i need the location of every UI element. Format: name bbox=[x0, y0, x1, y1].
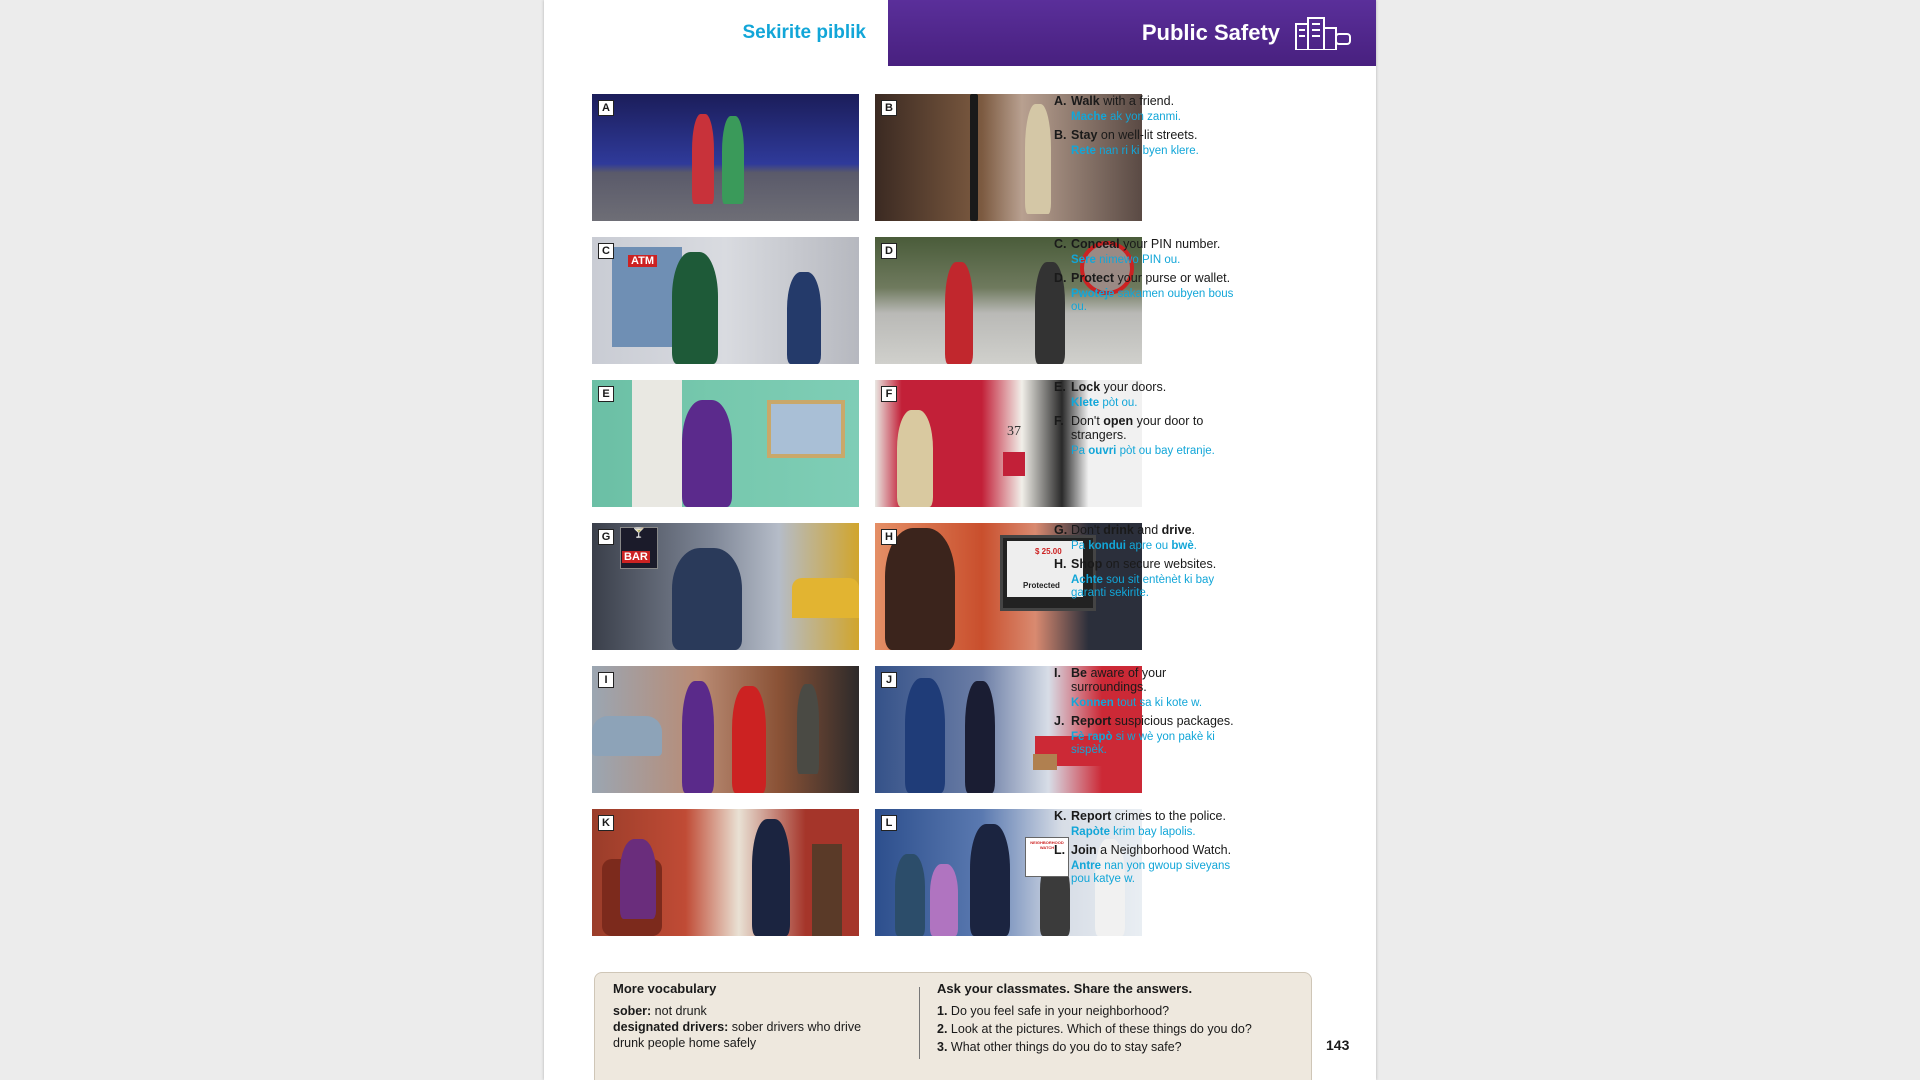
picture-report-crimes: K bbox=[592, 809, 859, 936]
question: 1. Do you feel safe in your neighborhood… bbox=[937, 1004, 1170, 1018]
picture-letter: F bbox=[881, 386, 897, 402]
picture-lock-door: E bbox=[592, 380, 859, 507]
picture-atm: ATM C bbox=[592, 237, 859, 364]
haitian-title: Sekirite piblik bbox=[742, 22, 866, 43]
vocab-item: I. Be aware of your surroundings. Konnen… bbox=[1054, 666, 1203, 709]
vocab-group-ab: A. Walk with a friend. Mache ak yon zanm… bbox=[1054, 94, 1354, 162]
header-left: Sekirite piblik bbox=[544, 0, 888, 66]
picture-dont-drink-drive: 🍸 BAR G bbox=[592, 523, 859, 650]
more-vocabulary: More vocabulary sober: not drunk designa… bbox=[613, 981, 893, 1051]
picture-letter: L bbox=[881, 815, 897, 831]
vocab-group-ij: I. Be aware of your surroundings. Konnen… bbox=[1054, 666, 1354, 761]
vocab-item: A. Walk with a friend. Mache ak yon zanm… bbox=[1054, 94, 1181, 123]
vocab-item: L. Join a Neighborhood Watch. Antre nan … bbox=[1054, 843, 1232, 885]
picture-letter: G bbox=[598, 529, 614, 545]
ask-title: Ask your classmates. Share the answers. bbox=[937, 981, 1193, 996]
city-buildings-icon bbox=[1295, 17, 1351, 50]
picture-letter: I bbox=[598, 672, 614, 688]
picture-letter: B bbox=[881, 100, 897, 116]
vocab-item: E. Lock your doors. Klete pòt ou. bbox=[1054, 380, 1167, 409]
house-number: 37 bbox=[1007, 424, 1021, 439]
picture-walk-with-friend: A bbox=[592, 94, 859, 221]
picture-letter: D bbox=[881, 243, 897, 259]
more-vocabulary-title: More vocabulary bbox=[613, 981, 717, 996]
vocab-item: B. Stay on well-lit streets. Rete nan ri… bbox=[1054, 128, 1199, 157]
vocab-item: C. Conceal your PIN number. Sere nimewo … bbox=[1054, 237, 1221, 266]
box-divider bbox=[919, 987, 920, 1059]
page-number: 143 bbox=[1326, 1037, 1350, 1053]
bar-sign: BAR bbox=[622, 551, 650, 563]
vocab-item: D. Protect your purse or wallet. Pwoteje… bbox=[1054, 271, 1234, 313]
vocab-group-ef: E. Lock your doors. Klete pòt ou. F. Don… bbox=[1054, 380, 1354, 462]
ask-classmates: Ask your classmates. Share the answers. … bbox=[937, 981, 1297, 1057]
vocab-item: J. Report suspicious packages. Fè rapò s… bbox=[1054, 714, 1234, 756]
question: 3. What other things do you do to stay s… bbox=[937, 1040, 1182, 1054]
picture-letter: C bbox=[598, 243, 614, 259]
vocab-group-cd: C. Conceal your PIN number. Sere nimewo … bbox=[1054, 237, 1354, 318]
vocab-group-kl: K. Report crimes to the police. Rapòte k… bbox=[1054, 809, 1354, 890]
vocab-item: K. Report crimes to the police. Rapòte k… bbox=[1054, 809, 1226, 838]
vocab-item: G. Don't drink and drive. Pa kondui apre… bbox=[1054, 523, 1197, 552]
header-right: Public Safety bbox=[888, 0, 1376, 66]
activity-box: More vocabulary sober: not drunk designa… bbox=[594, 972, 1312, 1080]
picture-letter: K bbox=[598, 815, 614, 831]
picture-letter: E bbox=[598, 386, 614, 402]
picture-be-aware: I bbox=[592, 666, 859, 793]
atm-sign: ATM bbox=[628, 255, 658, 267]
picture-letter: A bbox=[598, 100, 614, 116]
vocab-item: F. Don't open your door to strangers. Pa… bbox=[1054, 414, 1215, 457]
picture-letter: J bbox=[881, 672, 897, 688]
picture-letter: H bbox=[881, 529, 897, 545]
page-title: Public Safety bbox=[1141, 20, 1280, 45]
textbook-page: Sekirite piblik Public Safety A B ATM C … bbox=[544, 0, 1376, 1080]
vocab-group-gh: G. Don't drink and drive. Pa kondui apre… bbox=[1054, 523, 1354, 604]
question: 2. Look at the pictures. Which of these … bbox=[937, 1022, 1252, 1036]
vocab-item: H. Shop on secure websites. Achte sou si… bbox=[1054, 557, 1217, 599]
